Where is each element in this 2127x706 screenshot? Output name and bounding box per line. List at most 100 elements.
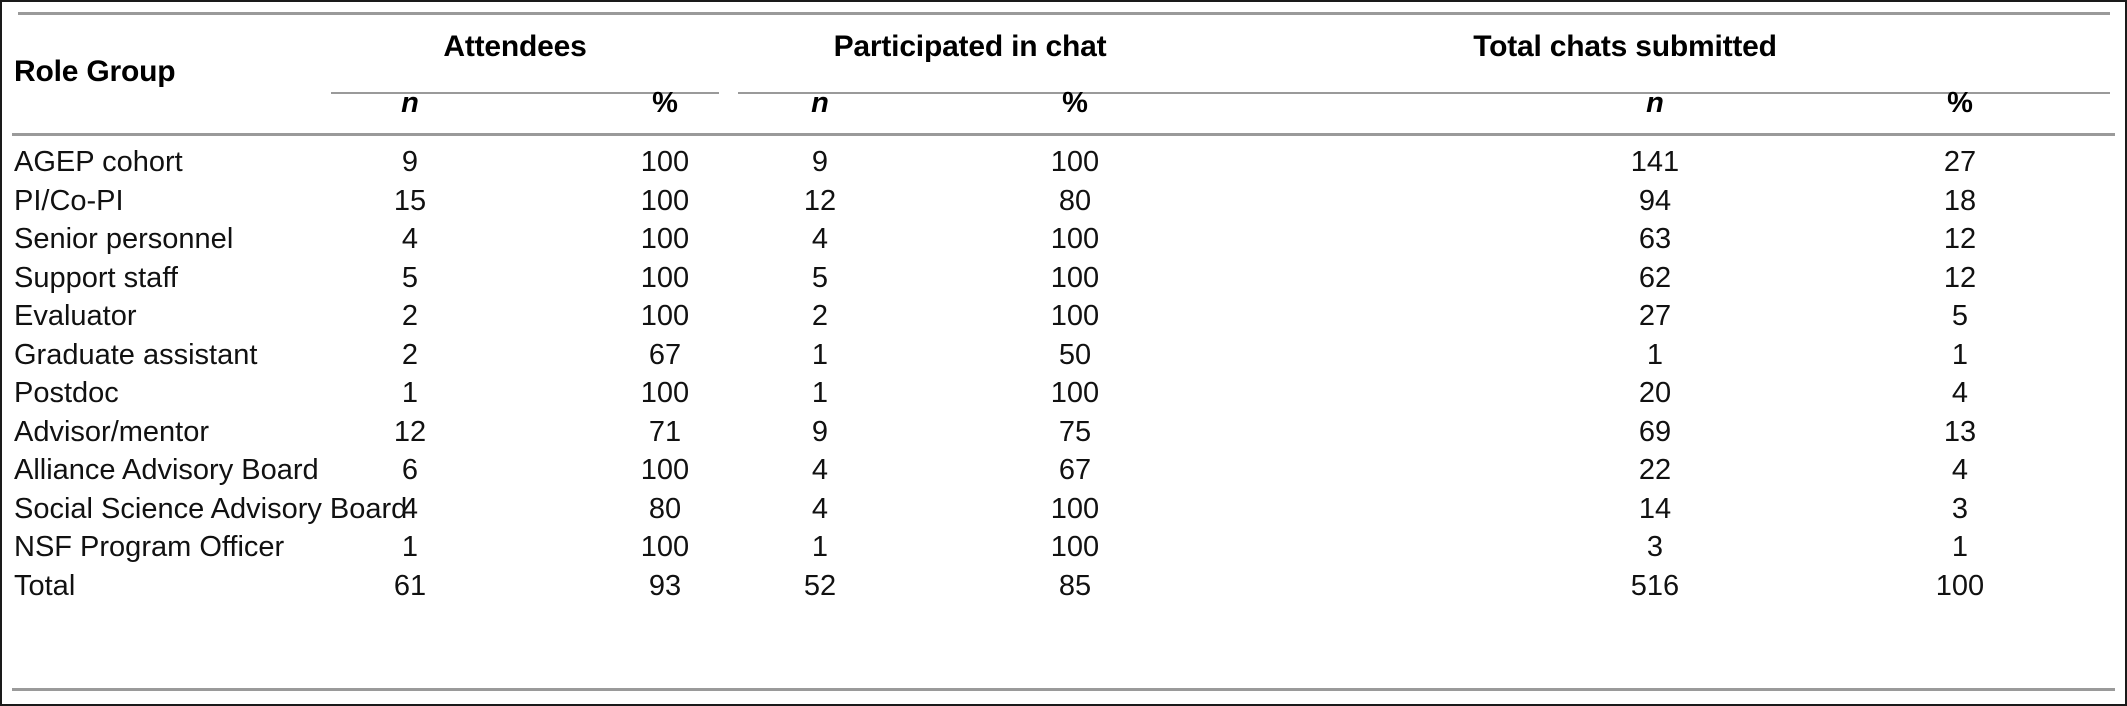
cell-chat-n: 52	[803, 569, 837, 602]
cell-attendees-n: 2	[401, 300, 419, 332]
statistics-table: Role Group Attendees Participated in cha…	[0, 0, 2127, 706]
cell-chats-n: 62	[1638, 261, 1672, 294]
table-bottom-rule	[12, 688, 2115, 691]
cell-attendees-n: 15	[393, 184, 427, 217]
cell-chats-pct: 4	[1951, 377, 1969, 409]
cell-chats-pct: 3	[1951, 492, 1969, 525]
row-label: Evaluator	[14, 300, 137, 332]
cell-chats-n: 63	[1638, 223, 1672, 255]
cell-chat-n: 5	[811, 261, 829, 294]
cell-attendees-n: 12	[393, 415, 427, 448]
subcolumn-header-chats-n: n	[1646, 87, 1664, 119]
cell-attendees-n: 5	[401, 261, 419, 294]
column-group-title-attendees: Attendees	[443, 30, 587, 63]
cell-attendees-pct: 80	[648, 492, 682, 525]
row-label: PI/Co-PI	[14, 184, 124, 217]
table-row: AGEP cohort 9 100 9 100 141 27	[0, 143, 2127, 182]
cell-chat-n: 1	[811, 531, 829, 563]
row-label: Advisor/mentor	[14, 415, 210, 448]
row-label: Total	[14, 569, 76, 602]
cell-chats-n: 3	[1646, 531, 1664, 563]
cell-chat-pct: 80	[1058, 184, 1092, 217]
cell-chats-pct: 12	[1943, 261, 1977, 294]
cell-chats-pct: 5	[1951, 300, 1969, 332]
column-group-title-total-chats-submitted: Total chats submitted	[1473, 30, 1777, 63]
row-header-label: Role Group	[14, 55, 176, 88]
row-label: NSF Program Officer	[14, 531, 285, 563]
row-label: AGEP cohort	[14, 146, 183, 178]
cell-chat-pct: 100	[1050, 531, 1100, 563]
cell-attendees-n: 61	[393, 569, 427, 602]
cell-chats-pct: 12	[1943, 223, 1977, 255]
table-row: Evaluator 2 100 2 100 27 5	[0, 297, 2127, 336]
cell-attendees-pct: 100	[640, 184, 690, 217]
cell-chats-pct: 100	[1935, 569, 1985, 602]
subcolumn-header-chat-pct: %	[1062, 87, 1088, 119]
cell-chat-n: 12	[803, 184, 837, 217]
table-header-rule	[12, 133, 2115, 136]
cell-chats-pct: 13	[1943, 415, 1977, 448]
cell-attendees-n: 1	[401, 377, 419, 409]
cell-attendees-pct: 67	[648, 338, 682, 371]
cell-chats-n: 14	[1638, 492, 1672, 525]
table-row: Advisor/mentor 12 71 9 75 69 13	[0, 413, 2127, 452]
cell-chat-n: 1	[811, 338, 829, 371]
cell-chat-pct: 85	[1058, 569, 1092, 602]
cell-chat-n: 4	[811, 223, 829, 255]
table-row: Postdoc 1 100 1 100 20 4	[0, 374, 2127, 413]
cell-chats-n: 94	[1638, 184, 1672, 217]
row-label: Graduate assistant	[14, 338, 258, 371]
subcolumn-header-attendees-n: n	[401, 87, 419, 119]
cell-chats-n: 1	[1646, 338, 1664, 371]
table-body: AGEP cohort 9 100 9 100 141 27 PI/Co-PI 15 100 12 8…	[0, 143, 2127, 605]
cell-attendees-pct: 100	[640, 454, 690, 486]
cell-attendees-pct: 100	[640, 146, 690, 178]
cell-attendees-n: 6	[401, 454, 419, 486]
cell-chats-pct: 4	[1951, 454, 1969, 486]
cell-chat-n: 1	[811, 377, 829, 409]
cell-chat-n: 9	[811, 146, 829, 178]
table-row: Social Science Advisory Board 4 80 4 100 14 3	[0, 490, 2127, 529]
table-row: Senior personnel 4 100 4 100 63 12	[0, 220, 2127, 259]
cell-attendees-n: 4	[401, 492, 419, 525]
table-row: Total 61 93 52 85 516 100	[0, 567, 2127, 606]
cell-chat-pct: 67	[1058, 454, 1092, 486]
cell-chats-pct: 27	[1943, 146, 1977, 178]
cell-attendees-pct: 100	[640, 300, 690, 332]
table-row: PI/Co-PI 15 100 12 80 94 18	[0, 182, 2127, 221]
cell-attendees-n: 1	[401, 531, 419, 563]
cell-chats-pct: 1	[1951, 531, 1969, 563]
cell-chat-pct: 75	[1058, 415, 1092, 448]
cell-attendees-pct: 100	[640, 261, 690, 294]
cell-attendees-n: 4	[401, 223, 419, 255]
cell-chat-pct: 50	[1058, 338, 1092, 371]
cell-chat-n: 2	[811, 300, 829, 332]
cell-attendees-pct: 100	[640, 377, 690, 409]
cell-chats-pct: 18	[1943, 184, 1977, 217]
cell-attendees-pct: 71	[648, 415, 682, 448]
cell-attendees-pct: 100	[640, 223, 690, 255]
cell-chat-n: 4	[811, 492, 829, 525]
cell-chats-n: 516	[1630, 569, 1680, 602]
subcolumn-header-attendees-pct: %	[652, 87, 678, 119]
cell-chats-n: 69	[1638, 415, 1672, 448]
row-label: Support staff	[14, 261, 178, 294]
row-label: Senior personnel	[14, 223, 234, 255]
row-label: Alliance Advisory Board	[14, 454, 319, 486]
cell-chat-n: 4	[811, 454, 829, 486]
cell-chats-n: 20	[1638, 377, 1672, 409]
cell-chats-n: 141	[1630, 146, 1680, 178]
table-row: Support staff 5 100 5 100 62 12	[0, 259, 2127, 298]
cell-chat-pct: 100	[1050, 223, 1100, 255]
cell-chats-pct: 1	[1951, 338, 1969, 371]
table-top-rule	[18, 12, 2110, 15]
column-group-title-participated-in-chat: Participated in chat	[833, 30, 1107, 63]
cell-chat-pct: 100	[1050, 261, 1100, 294]
cell-attendees-pct: 100	[640, 531, 690, 563]
cell-chat-pct: 100	[1050, 146, 1100, 178]
cell-attendees-n: 9	[401, 146, 419, 178]
cell-chat-pct: 100	[1050, 300, 1100, 332]
cell-attendees-pct: 93	[648, 569, 682, 602]
subcolumn-header-chat-n: n	[811, 87, 829, 119]
cell-chat-pct: 100	[1050, 492, 1100, 525]
